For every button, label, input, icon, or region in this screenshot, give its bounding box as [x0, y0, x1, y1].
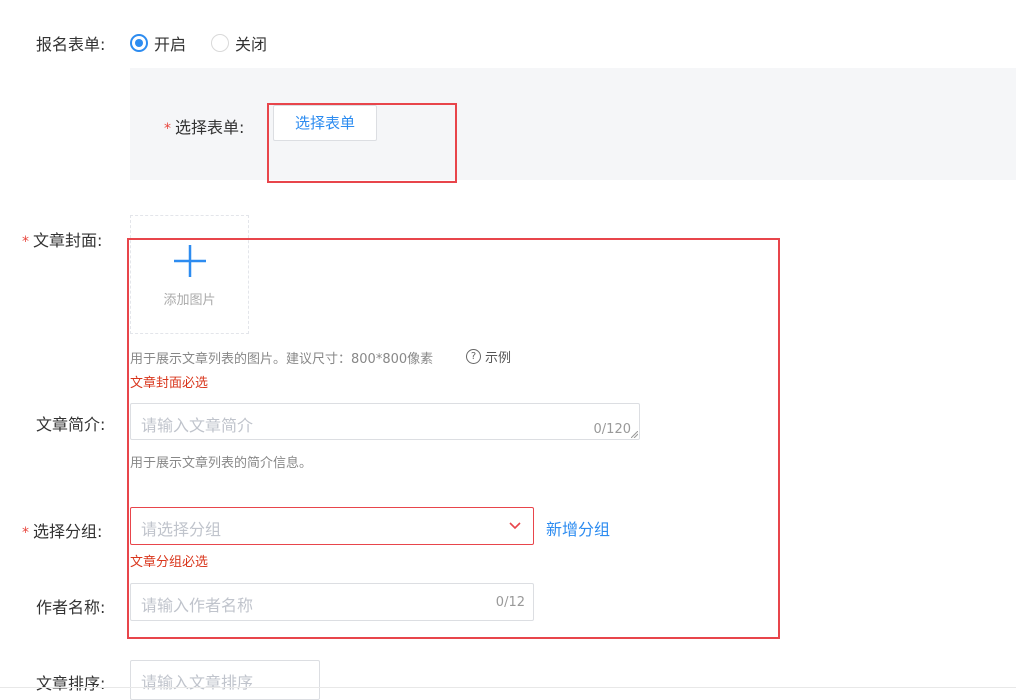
sort-label: 文章排序: [36, 674, 106, 693]
required-mark: * [22, 234, 29, 250]
sort-placeholder: 请输入文章排序 [141, 673, 254, 692]
intro-label: 文章简介: [36, 415, 106, 434]
divider [0, 687, 1016, 688]
signup-form-label: 报名表单: [36, 35, 106, 54]
select-form-label-text: 选择表单: [175, 118, 245, 137]
required-mark: * [22, 525, 29, 541]
radio-on-icon[interactable] [130, 34, 148, 52]
group-label: * 选择分组: [22, 518, 102, 542]
sort-input[interactable]: 请输入文章排序 [130, 660, 320, 700]
required-mark: * [164, 121, 171, 137]
cover-label: * 文章封面: [22, 227, 102, 251]
select-form-panel [130, 68, 1016, 180]
signup-option-off[interactable]: 关闭 [211, 31, 267, 55]
author-label: 作者名称: [36, 598, 106, 617]
group-label-text: 选择分组: [33, 522, 103, 541]
cover-label-text: 文章封面: [33, 231, 103, 250]
signup-option-on-label: 开启 [154, 35, 187, 54]
select-form-label: * 选择表单: [164, 114, 244, 138]
highlight-box-content [127, 238, 780, 639]
signup-option-off-label: 关闭 [235, 35, 268, 54]
highlight-box-select-form [267, 103, 457, 183]
signup-option-on[interactable]: 开启 [130, 31, 186, 55]
radio-off-icon[interactable] [211, 34, 229, 52]
